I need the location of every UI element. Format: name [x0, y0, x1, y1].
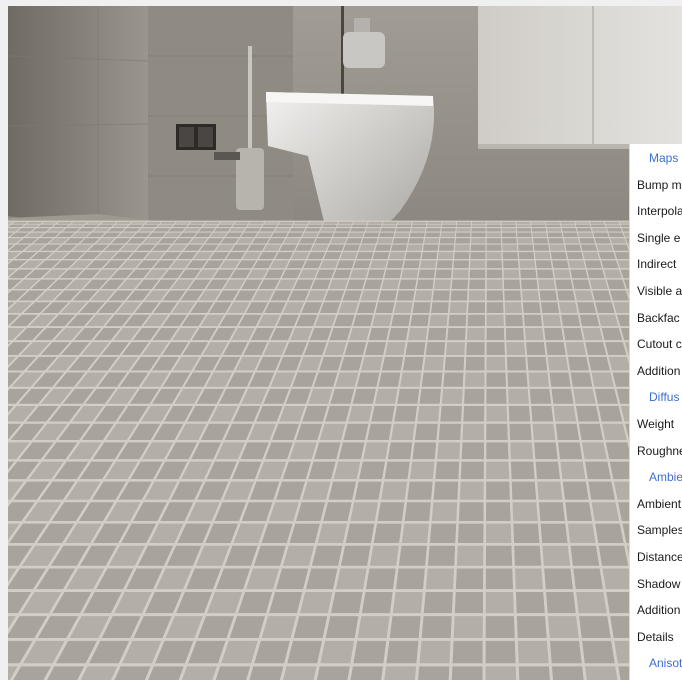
- property-row-label[interactable]: Backfac: [630, 311, 682, 325]
- render-viewport[interactable]: [8, 6, 682, 680]
- property-row-label[interactable]: Cutout c: [630, 337, 682, 351]
- property-section-header[interactable]: Anisot: [630, 656, 682, 670]
- property-row-label[interactable]: Distance: [630, 550, 682, 564]
- property-row-label[interactable]: Roughne: [630, 444, 682, 458]
- property-row-label[interactable]: Shadow: [630, 577, 682, 591]
- properties-panel: Maps Bump m Interpola Single e Indirect Visib…: [629, 144, 682, 680]
- property-row-label[interactable]: Weight: [630, 417, 682, 431]
- flush-plate-icon: [176, 124, 216, 150]
- property-row-label[interactable]: Details: [630, 630, 682, 644]
- property-row-label[interactable]: Bump m: [630, 178, 682, 192]
- property-row-label[interactable]: Addition: [630, 364, 682, 378]
- property-row-label[interactable]: Samples: [630, 523, 682, 537]
- property-row-label[interactable]: Ambient: [630, 497, 682, 511]
- bathroom-render-image: [8, 6, 682, 680]
- property-row-label[interactable]: Indirect: [630, 257, 682, 271]
- property-section-header[interactable]: Ambie: [630, 470, 682, 484]
- wall-cabinet: [478, 6, 682, 148]
- property-section-header[interactable]: Diffus: [630, 390, 682, 404]
- left-wall: [8, 6, 148, 236]
- property-row-label[interactable]: Addition: [630, 603, 682, 617]
- property-section-header[interactable]: Maps: [630, 151, 682, 165]
- mosaic-floor-tiles: [8, 220, 682, 680]
- property-row-label[interactable]: Single e: [630, 231, 682, 245]
- property-row-label[interactable]: Interpola: [630, 204, 682, 218]
- property-row-label[interactable]: Visible a: [630, 284, 682, 298]
